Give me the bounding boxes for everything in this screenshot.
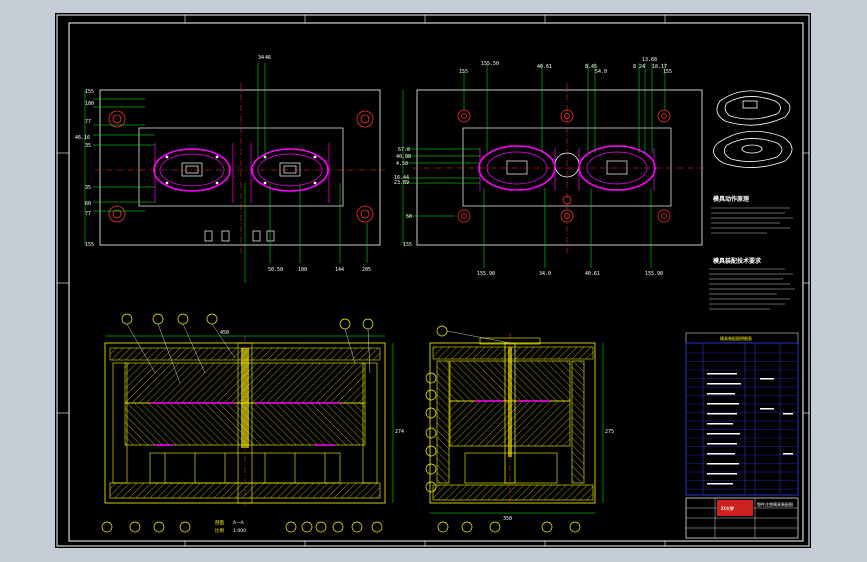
plan-right-top-dim-5: 54.0 — [595, 69, 607, 75]
part-isometric-views — [713, 90, 793, 168]
left-ratio-value: 1:000 — [233, 528, 246, 534]
plan-left-left-dim-5: 35 — [85, 143, 91, 149]
left-section-side-dim: 274 — [395, 429, 404, 435]
plan-right-top-dim-3: 40.61 — [537, 64, 552, 70]
left-section-name: A—A — [233, 520, 245, 526]
plan-left-left-dim-8: 77 — [85, 211, 91, 217]
plan-left-left-dim-7: 60 — [85, 201, 91, 207]
left-ratio-label: 比例 — [215, 527, 224, 534]
plan-view-right: 155 155.50 40.61 8.45 54.0 8 24 13.68 18… — [394, 57, 707, 277]
plan-right-left-dim-3: 4.50 — [396, 161, 408, 167]
right-section-bottom-dim: 350 — [503, 516, 512, 522]
plan-right-bottom-dim-4: 155.90 — [645, 271, 663, 277]
plan-right-left-dim-7: 155 — [403, 242, 412, 248]
plan-left-bottom-dim-4: 205 — [362, 267, 371, 273]
parts-table-header: 模具装配图明细表 — [720, 335, 752, 341]
plan-right-left-dim-1: 67.0 — [398, 147, 410, 153]
title-block: XX大学 塑件注塑模具装配图 — [685, 497, 799, 539]
plan-right-left-dim-6: 50 — [406, 214, 412, 220]
right-section-side-dim: 275 — [605, 429, 614, 435]
plan-left-bottom-dim-1: 50.50 — [268, 267, 283, 273]
plan-view-left: 34 46 155 100 77 46.16 35 35 60 77 155 5… — [75, 55, 385, 283]
drawing-title: 塑件注塑模具装配图 — [757, 501, 793, 507]
school-name: XX大学 — [721, 505, 734, 511]
technical-notes: 模具动作原理 模具装配技术要求 — [709, 195, 795, 310]
plan-right-left-dim-5: 23.89 — [394, 180, 409, 186]
parts-table: 模具装配图明细表 — [685, 332, 799, 496]
plan-right-top-dim-2: 155.50 — [481, 61, 499, 67]
drawing-sheet: 34 46 155 100 77 46.16 35 35 60 77 155 5… — [55, 13, 811, 548]
plan-right-bottom-dim-1: 155.90 — [477, 271, 495, 277]
plan-left-left-dim-2: 100 — [85, 101, 94, 107]
plan-right-left-dim-2: 40.08 — [396, 154, 411, 160]
plan-right-top-dim-1: 155 — [459, 69, 468, 75]
cad-drawing: 34 46 155 100 77 46.16 35 35 60 77 155 5… — [56, 14, 810, 547]
section-view-left: 450 274 剖面 A—A 比例 1:000 — [101, 313, 404, 534]
plan-left-top-dim-2: 46 — [265, 55, 271, 61]
plan-right-bottom-dim-2: 34.0 — [539, 271, 551, 277]
plan-left-left-dim-6: 35 — [85, 185, 91, 191]
left-section-top-dim: 450 — [220, 330, 229, 336]
plan-left-left-dim-4: 46.16 — [75, 135, 90, 141]
plan-left-bottom-dim-3: 144 — [335, 267, 344, 273]
left-section-label: 剖面 — [215, 519, 224, 526]
notes-title-2: 模具装配技术要求 — [713, 257, 762, 265]
section-view-right: 350 275 — [425, 325, 614, 533]
plan-right-top-dim-6: 8 24 — [633, 64, 645, 70]
plan-right-bottom-dim-3: 40.61 — [585, 271, 600, 277]
plan-left-top-dim-1: 34 — [258, 55, 264, 61]
plan-left-left-dim-1: 155 — [85, 89, 94, 95]
plan-left-left-dim-9: 155 — [85, 242, 94, 248]
plan-right-top-dim-9: 155 — [663, 69, 672, 75]
plan-right-top-dim-7: 13.68 — [642, 57, 657, 63]
plan-left-bottom-dim-2: 100 — [298, 267, 307, 273]
notes-title-1: 模具动作原理 — [713, 195, 749, 203]
plan-left-left-dim-3: 77 — [85, 119, 91, 125]
